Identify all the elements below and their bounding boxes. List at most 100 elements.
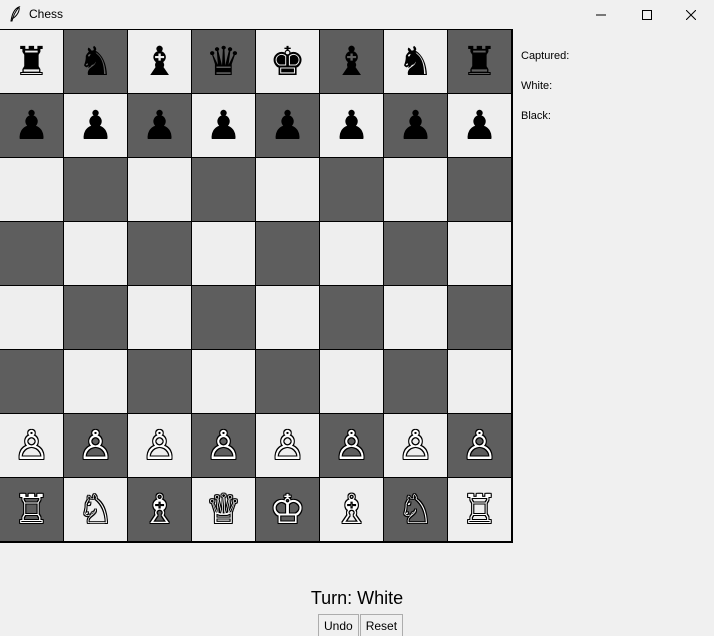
square-a8[interactable]: ♜	[0, 30, 64, 94]
undo-button[interactable]: Undo	[318, 614, 359, 636]
square-h6[interactable]	[448, 158, 512, 222]
square-a2[interactable]: ♙	[0, 414, 64, 478]
square-b8[interactable]: ♞	[64, 30, 128, 94]
square-h4[interactable]	[448, 286, 512, 350]
square-d8[interactable]: ♛	[192, 30, 256, 94]
square-e7[interactable]: ♟	[256, 94, 320, 158]
chess-piece[interactable]: ♙	[142, 426, 178, 466]
square-h5[interactable]	[448, 222, 512, 286]
square-d1[interactable]: ♕	[192, 478, 256, 542]
square-h7[interactable]: ♟	[448, 94, 512, 158]
chess-piece[interactable]: ♗	[334, 490, 370, 530]
square-c8[interactable]: ♝	[128, 30, 192, 94]
chess-piece[interactable]: ♝	[334, 42, 370, 82]
square-c6[interactable]	[128, 158, 192, 222]
square-c2[interactable]: ♙	[128, 414, 192, 478]
square-h3[interactable]	[448, 350, 512, 414]
square-g4[interactable]	[384, 286, 448, 350]
square-f3[interactable]	[320, 350, 384, 414]
chess-piece[interactable]: ♕	[206, 490, 242, 530]
chess-piece[interactable]: ♟	[398, 106, 434, 146]
square-a3[interactable]	[0, 350, 64, 414]
chess-piece[interactable]: ♙	[398, 426, 434, 466]
square-e6[interactable]	[256, 158, 320, 222]
square-e2[interactable]: ♙	[256, 414, 320, 478]
chess-piece[interactable]: ♟	[14, 106, 50, 146]
chess-piece[interactable]: ♚	[270, 42, 306, 82]
square-e3[interactable]	[256, 350, 320, 414]
square-d7[interactable]: ♟	[192, 94, 256, 158]
reset-button[interactable]: Reset	[359, 614, 404, 636]
chess-piece[interactable]: ♖	[14, 490, 50, 530]
chess-piece[interactable]: ♘	[398, 490, 434, 530]
square-h1[interactable]: ♖	[448, 478, 512, 542]
square-a4[interactable]	[0, 286, 64, 350]
square-g6[interactable]	[384, 158, 448, 222]
chess-piece[interactable]: ♟	[78, 106, 114, 146]
square-d5[interactable]	[192, 222, 256, 286]
square-b2[interactable]: ♙	[64, 414, 128, 478]
square-f4[interactable]	[320, 286, 384, 350]
square-b1[interactable]: ♘	[64, 478, 128, 542]
square-b6[interactable]	[64, 158, 128, 222]
chess-piece[interactable]: ♙	[206, 426, 242, 466]
chess-piece[interactable]: ♗	[142, 490, 178, 530]
square-e8[interactable]: ♚	[256, 30, 320, 94]
square-d3[interactable]	[192, 350, 256, 414]
chess-piece[interactable]: ♙	[14, 426, 50, 466]
chess-piece[interactable]: ♙	[78, 426, 114, 466]
square-f2[interactable]: ♙	[320, 414, 384, 478]
chess-piece[interactable]: ♙	[270, 426, 306, 466]
square-g1[interactable]: ♘	[384, 478, 448, 542]
square-g5[interactable]	[384, 222, 448, 286]
square-h8[interactable]: ♜	[448, 30, 512, 94]
square-g7[interactable]: ♟	[384, 94, 448, 158]
chess-piece[interactable]: ♟	[270, 106, 306, 146]
square-h2[interactable]: ♙	[448, 414, 512, 478]
square-a1[interactable]: ♖	[0, 478, 64, 542]
square-f5[interactable]	[320, 222, 384, 286]
maximize-button[interactable]	[624, 0, 670, 29]
chess-piece[interactable]: ♝	[142, 42, 178, 82]
chess-piece[interactable]: ♟	[462, 106, 498, 146]
square-g2[interactable]: ♙	[384, 414, 448, 478]
chess-piece[interactable]: ♜	[14, 42, 50, 82]
chess-piece[interactable]: ♖	[462, 490, 498, 530]
square-b5[interactable]	[64, 222, 128, 286]
chess-piece[interactable]: ♟	[206, 106, 242, 146]
square-a5[interactable]	[0, 222, 64, 286]
square-b4[interactable]	[64, 286, 128, 350]
square-e5[interactable]	[256, 222, 320, 286]
square-d6[interactable]	[192, 158, 256, 222]
chess-piece[interactable]: ♞	[398, 42, 434, 82]
square-a6[interactable]	[0, 158, 64, 222]
chess-piece[interactable]: ♟	[334, 106, 370, 146]
square-c4[interactable]	[128, 286, 192, 350]
chess-piece[interactable]: ♜	[462, 42, 498, 82]
square-b7[interactable]: ♟	[64, 94, 128, 158]
square-g3[interactable]	[384, 350, 448, 414]
square-e4[interactable]	[256, 286, 320, 350]
square-c3[interactable]	[128, 350, 192, 414]
square-c1[interactable]: ♗	[128, 478, 192, 542]
square-e1[interactable]: ♔	[256, 478, 320, 542]
square-f8[interactable]: ♝	[320, 30, 384, 94]
chess-piece[interactable]: ♔	[270, 490, 306, 530]
square-f1[interactable]: ♗	[320, 478, 384, 542]
chess-piece[interactable]: ♙	[334, 426, 370, 466]
close-button[interactable]	[668, 0, 714, 29]
chess-piece[interactable]: ♛	[206, 42, 242, 82]
square-d2[interactable]: ♙	[192, 414, 256, 478]
chess-piece[interactable]: ♘	[78, 490, 114, 530]
chess-piece[interactable]: ♙	[462, 426, 498, 466]
square-a7[interactable]: ♟	[0, 94, 64, 158]
chess-piece[interactable]: ♞	[78, 42, 114, 82]
square-b3[interactable]	[64, 350, 128, 414]
square-g8[interactable]: ♞	[384, 30, 448, 94]
square-c7[interactable]: ♟	[128, 94, 192, 158]
minimize-button[interactable]	[578, 0, 624, 29]
square-c5[interactable]	[128, 222, 192, 286]
square-d4[interactable]	[192, 286, 256, 350]
square-f6[interactable]	[320, 158, 384, 222]
square-f7[interactable]: ♟	[320, 94, 384, 158]
